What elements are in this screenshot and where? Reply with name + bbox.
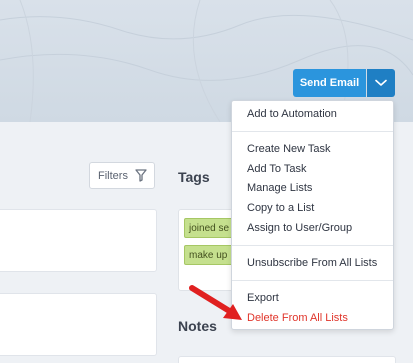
send-email-button[interactable]: Send Email [293, 69, 366, 97]
menu-divider [232, 131, 393, 132]
tags-heading: Tags [178, 169, 210, 185]
menu-item-manage-lists[interactable]: Manage Lists [247, 182, 312, 194]
send-email-dropdown-toggle[interactable] [367, 69, 395, 97]
menu-item-create-new-task[interactable]: Create New Task [247, 143, 331, 155]
left-panel-card [0, 209, 157, 272]
red-arrow-icon [189, 285, 242, 320]
actions-dropdown-menu: Add to Automation Create New Task Add To… [231, 100, 394, 330]
menu-item-add-to-task[interactable]: Add To Task [247, 163, 307, 175]
menu-item-export[interactable]: Export [247, 292, 279, 304]
menu-item-assign-to-user-group[interactable]: Assign to User/Group [247, 222, 352, 234]
menu-item-copy-to-list[interactable]: Copy to a List [247, 202, 314, 214]
menu-item-unsubscribe-all[interactable]: Unsubscribe From All Lists [247, 257, 377, 269]
send-email-split-button: Send Email [293, 69, 395, 97]
left-panel-card [0, 293, 157, 356]
menu-divider [232, 245, 393, 246]
menu-item-add-to-automation[interactable]: Add to Automation [247, 108, 337, 120]
menu-item-delete-from-all-lists[interactable]: Delete From All Lists [247, 312, 348, 324]
menu-divider [232, 280, 393, 281]
filters-label: Filters [98, 169, 128, 182]
filters-button[interactable]: Filters [89, 162, 155, 189]
chevron-down-icon [375, 79, 387, 86]
funnel-icon [135, 169, 147, 185]
notes-card [178, 356, 396, 363]
